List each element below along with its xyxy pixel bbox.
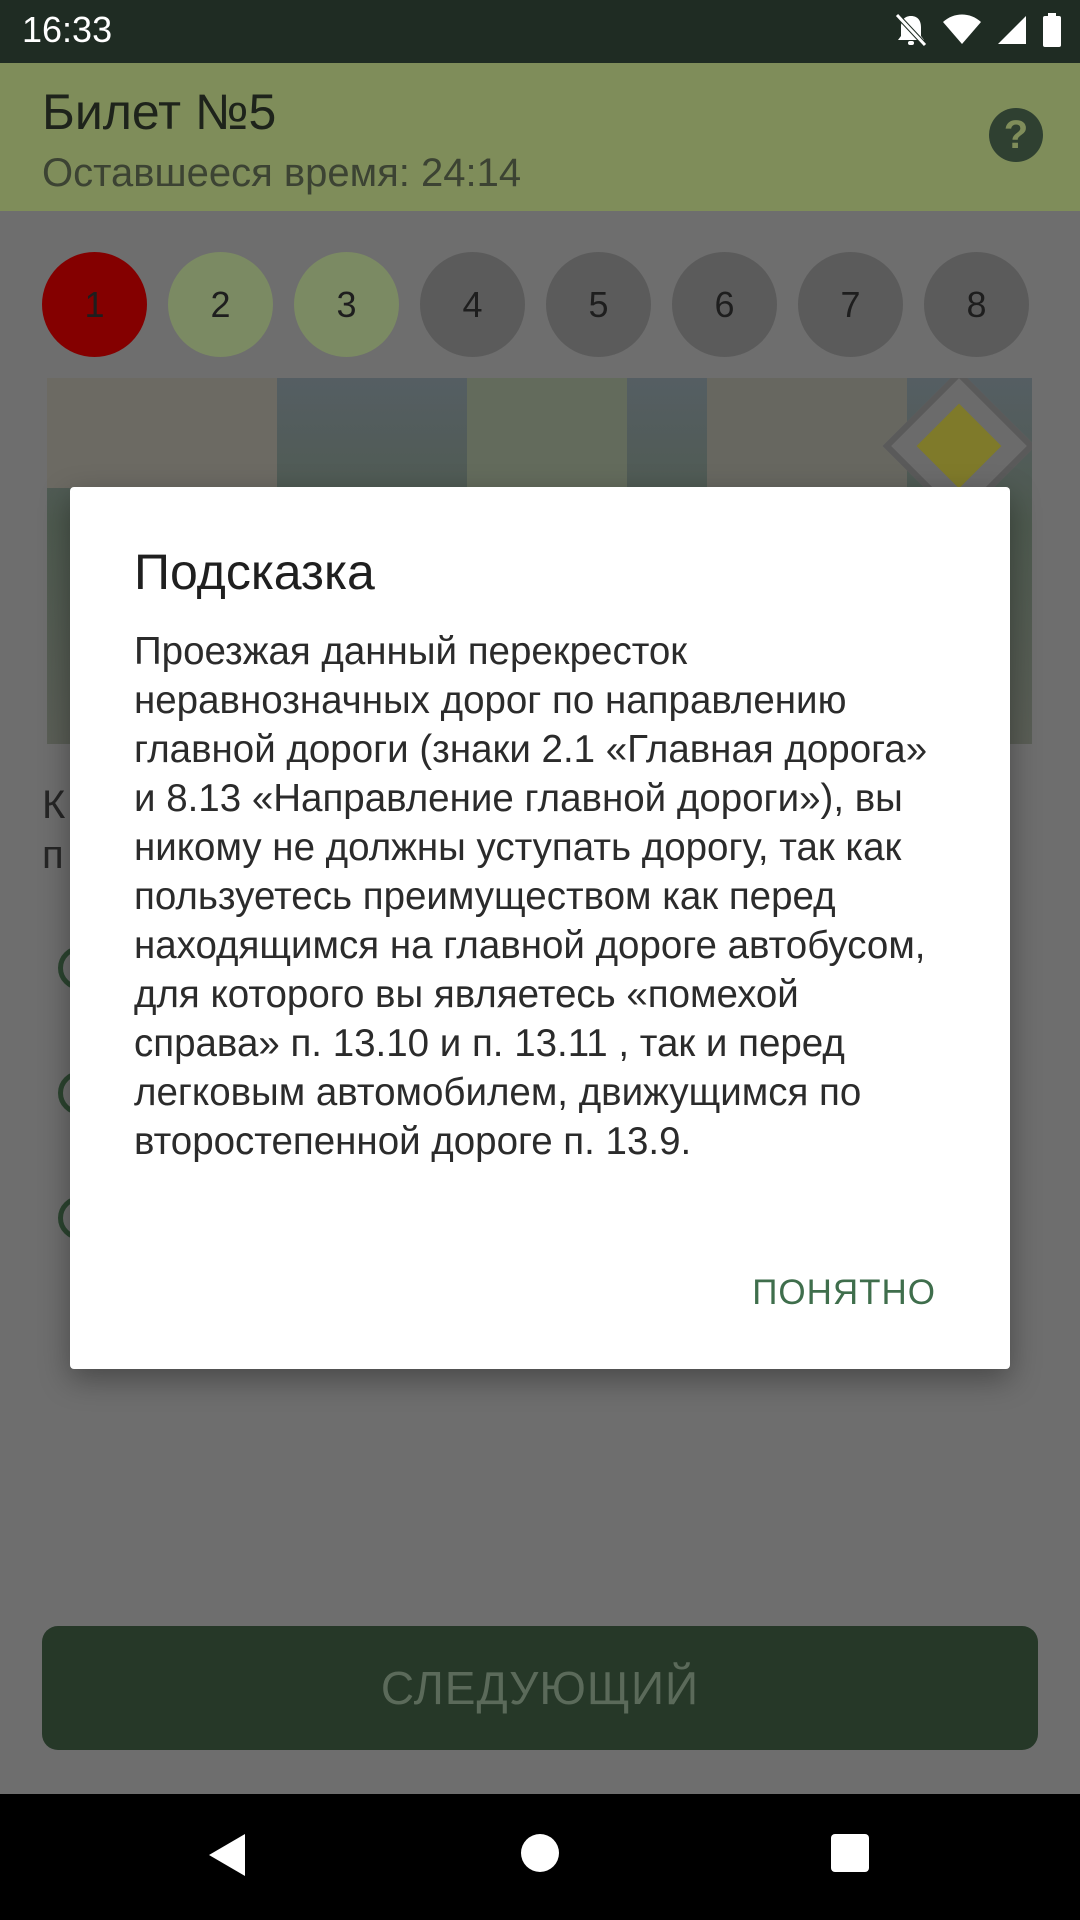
battery-icon bbox=[1042, 13, 1062, 47]
question-tab[interactable]: 5 bbox=[546, 252, 651, 357]
question-tab[interactable]: 1 bbox=[42, 252, 147, 357]
remaining-time: Оставшееся время: 24:14 bbox=[42, 151, 522, 195]
question-tab[interactable]: 4 bbox=[420, 252, 525, 357]
question-tab[interactable]: 8 bbox=[924, 252, 1029, 357]
dialog-title: Подсказка bbox=[134, 544, 375, 600]
question-text: К п bbox=[42, 780, 65, 880]
building-shape bbox=[707, 378, 907, 498]
question-tab[interactable]: 6 bbox=[672, 252, 777, 357]
home-icon[interactable] bbox=[521, 1834, 559, 1872]
status-time: 16:33 bbox=[22, 9, 113, 50]
dialog-body: Проезжая данный перекресток неравнозначн… bbox=[134, 630, 928, 1163]
question-tab[interactable]: 2 bbox=[168, 252, 273, 357]
building-shape bbox=[47, 378, 277, 488]
help-icon[interactable]: ? bbox=[989, 108, 1043, 162]
ok-button[interactable]: ПОНЯТНО bbox=[752, 1273, 936, 1313]
status-icons bbox=[894, 12, 1062, 48]
hint-dialog: Подсказка Проезжая данный перекресток не… bbox=[70, 487, 1010, 1369]
question-tab[interactable]: 7 bbox=[798, 252, 903, 357]
question-line: К bbox=[42, 783, 66, 827]
question-line: п bbox=[42, 833, 64, 877]
question-tabs: 1 2 3 4 5 6 7 8 bbox=[42, 252, 1029, 357]
ticket-title: Билет №5 bbox=[42, 84, 277, 140]
app-bar: Билет №5 Оставшееся время: 24:14 ? bbox=[0, 63, 1080, 211]
bell-off-icon bbox=[894, 12, 928, 48]
recent-apps-icon[interactable] bbox=[831, 1834, 869, 1872]
status-bar: 16:33 bbox=[0, 0, 1080, 63]
wifi-icon bbox=[942, 14, 982, 46]
back-icon[interactable] bbox=[207, 1832, 247, 1882]
next-button[interactable]: СЛЕДУЮЩИЙ bbox=[42, 1626, 1038, 1750]
navigation-bar bbox=[0, 1794, 1080, 1920]
question-tab[interactable]: 3 bbox=[294, 252, 399, 357]
signal-icon bbox=[996, 14, 1028, 46]
